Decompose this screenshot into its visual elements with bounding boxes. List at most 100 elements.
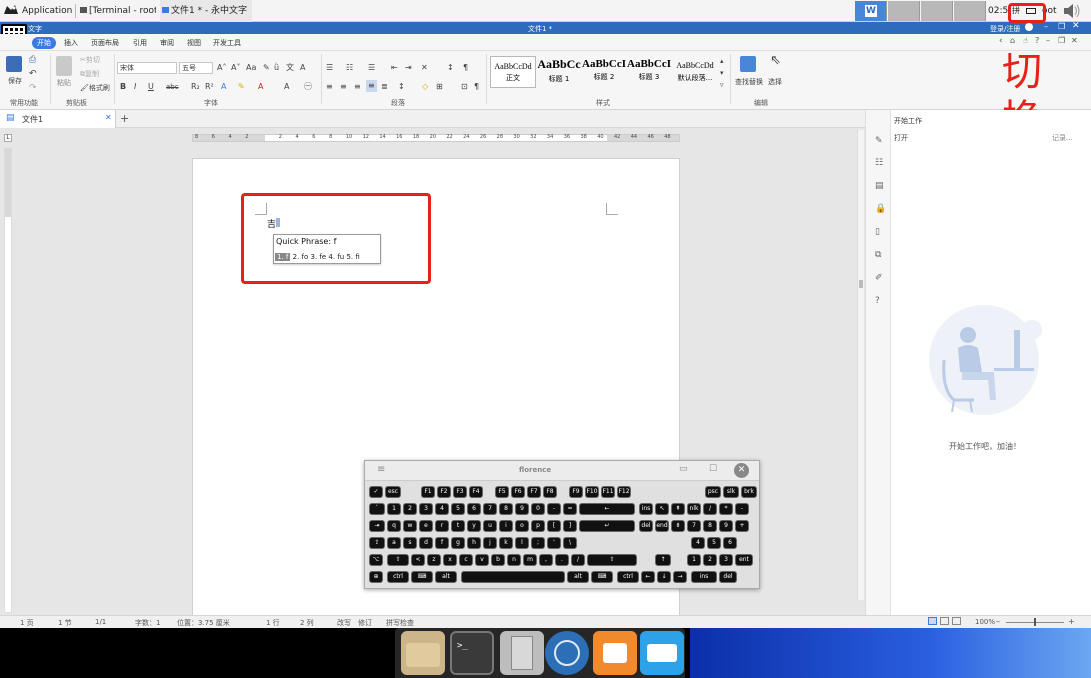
keyboard-key[interactable]: 9 — [515, 503, 529, 515]
keyboard-key[interactable]: s — [403, 537, 417, 549]
ribbon-close-icon[interactable]: ✕ — [1071, 36, 1078, 45]
increase-indent-icon[interactable]: ⇥ — [405, 62, 412, 74]
restore-icon[interactable]: ❐ — [1058, 22, 1065, 31]
keyboard-key[interactable]: \ — [563, 537, 577, 549]
keyboard-key[interactable]: ← — [579, 503, 635, 515]
tab-insert[interactable]: 插入 — [64, 38, 78, 48]
keyboard-key[interactable]: 4 — [435, 503, 449, 515]
workspace-3[interactable] — [921, 1, 953, 21]
keyboard-key[interactable]: del — [639, 520, 653, 532]
keyboard-key[interactable]: n — [507, 554, 521, 566]
zoom-out-icon[interactable]: – — [996, 617, 1000, 626]
char-shading-icon[interactable]: A — [300, 62, 305, 74]
font-size-select[interactable]: 五号 — [179, 62, 213, 74]
florence-maximize-icon[interactable]: ☐ — [709, 464, 717, 474]
sliders-icon[interactable]: ☷ — [875, 158, 883, 168]
terminal-icon[interactable]: >_ — [450, 631, 494, 675]
paste-button[interactable]: 粘贴 — [57, 77, 71, 89]
shading-icon[interactable]: ◇ — [422, 81, 428, 93]
keyboard-key[interactable]: ⇞ — [671, 503, 685, 515]
keyboard-key[interactable]: x — [443, 554, 457, 566]
tab-review[interactable]: 审阅 — [160, 38, 174, 48]
multilevel-list-icon[interactable]: ☰ — [368, 62, 375, 74]
keyboard-key[interactable]: ⇪ — [369, 537, 385, 549]
florence-menu-icon[interactable]: ≡ — [377, 464, 385, 475]
keyboard-key[interactable]: ` — [369, 503, 385, 515]
keyboard-key[interactable]: ⌨ — [591, 571, 613, 583]
keyboard-key[interactable]: 8 — [703, 520, 717, 532]
pilcrow-icon[interactable]: ¶ — [474, 81, 479, 93]
keyboard-key[interactable]: brk — [741, 486, 757, 498]
pencil-icon[interactable]: ✎ — [875, 136, 883, 146]
keyboard-key[interactable]: ← — [641, 571, 655, 583]
style-normal[interactable]: AaBbCcDd 正文 — [490, 56, 536, 88]
keyboard-key[interactable]: 7 — [687, 520, 701, 532]
sort-icon[interactable]: ↕ — [447, 62, 454, 74]
align-right-icon[interactable]: ≡ — [354, 81, 361, 93]
keyboard-key[interactable]: , — [539, 554, 553, 566]
keyboard-key[interactable]: alt — [567, 571, 589, 583]
keyboard-key[interactable]: 7 — [483, 503, 497, 515]
keyboard-key[interactable]: g — [451, 537, 465, 549]
styles-panel-icon[interactable]: ▤ — [875, 181, 884, 191]
help-circle-icon[interactable]: ? — [875, 296, 880, 306]
keyboard-key[interactable]: 6 — [723, 537, 737, 549]
keyboard-key[interactable]: - — [547, 503, 561, 515]
keyboard-side-key[interactable]: ⊕ — [369, 571, 383, 583]
italic-icon[interactable]: I — [134, 81, 136, 93]
cut-button[interactable]: ✂剪切 — [80, 54, 100, 66]
florence-titlebar[interactable]: ≡ florence ▭ ☐ ✕ — [365, 461, 759, 481]
tab-stop-selector[interactable]: L — [4, 134, 12, 142]
redo-icon[interactable]: ↷ — [29, 82, 37, 94]
pages-icon[interactable]: ⧉ — [875, 250, 881, 260]
keyboard-key[interactable]: / — [571, 554, 585, 566]
keyboard-key[interactable]: w — [403, 520, 417, 532]
font-color-icon[interactable]: A — [258, 81, 263, 93]
keyboard-key[interactable]: . — [555, 554, 569, 566]
zoom-in-icon[interactable]: + — [1068, 617, 1075, 626]
lock-icon[interactable]: 🔒 — [875, 204, 886, 214]
keyboard-key[interactable]: i — [499, 520, 513, 532]
strikethrough-icon[interactable]: abc — [166, 81, 179, 93]
save-button[interactable]: 保存 — [8, 75, 22, 87]
save-icon[interactable] — [6, 56, 22, 72]
subscript-icon[interactable]: R₂ — [191, 81, 200, 93]
format-painter-button[interactable]: 🖌格式刷 — [80, 82, 110, 94]
keyboard-key[interactable]: * — [719, 503, 733, 515]
hand-icon[interactable]: ☝ — [1023, 36, 1028, 45]
vertical-ruler[interactable] — [4, 148, 12, 613]
font-grow-icon[interactable]: A˄ — [217, 62, 226, 74]
font-name-select[interactable]: 宋体 — [117, 62, 177, 74]
keyboard-key[interactable]: ↖ — [655, 503, 669, 515]
tab-page-layout[interactable]: 页面布局 — [91, 38, 119, 48]
find-replace-icon[interactable] — [740, 56, 756, 72]
keyboard-key[interactable]: 3 — [419, 503, 433, 515]
app-menu-icon[interactable] — [2, 0, 22, 22]
keyboard-key[interactable]: 9 — [719, 520, 733, 532]
keyboard-key[interactable]: [ — [547, 520, 561, 532]
para-settings-icon[interactable]: ⊡ — [461, 81, 468, 93]
show-marks-icon[interactable]: ¶ — [463, 62, 468, 74]
login-link[interactable]: 登录/注册 — [990, 24, 1020, 34]
keyboard-key[interactable]: ctrl — [617, 571, 639, 583]
keyboard-key[interactable]: ↵ — [579, 520, 635, 532]
status-revise[interactable]: 修订 — [358, 618, 372, 628]
taskbar-writer[interactable]: 文件1 * - 永中文字 — [160, 0, 252, 22]
new-tab-icon[interactable]: + — [120, 112, 129, 125]
styles-scroll-down-icon[interactable]: ▾ — [720, 67, 724, 79]
keyboard-side-key[interactable]: ✓ — [369, 486, 383, 498]
char-frame-icon[interactable]: A — [284, 81, 289, 93]
keyboard-key[interactable]: h — [467, 537, 481, 549]
panel-open-link[interactable]: 打开 — [894, 133, 908, 143]
horizontal-ruler[interactable]: 8 6 4 2 2 4 6 8 10 12 14 16 18 20 22 24 26 28 30 32 34 36 38 40… — [192, 134, 680, 142]
keyboard-key[interactable]: j — [483, 537, 497, 549]
distribute-icon[interactable]: ≣ — [381, 81, 388, 93]
keyboard-side-key[interactable]: ⌥ — [369, 554, 383, 566]
cursor-select-icon[interactable]: ⇖ — [770, 54, 781, 67]
clipboard-icon[interactable]: ▯ — [875, 227, 880, 237]
workspace-2[interactable] — [888, 1, 920, 21]
keyboard-key[interactable]: ⇧ — [387, 554, 409, 566]
numbering-icon[interactable]: ☷ — [346, 62, 353, 74]
keyboard-key[interactable]: del — [719, 571, 737, 583]
keyboard-key[interactable]: c — [459, 554, 473, 566]
